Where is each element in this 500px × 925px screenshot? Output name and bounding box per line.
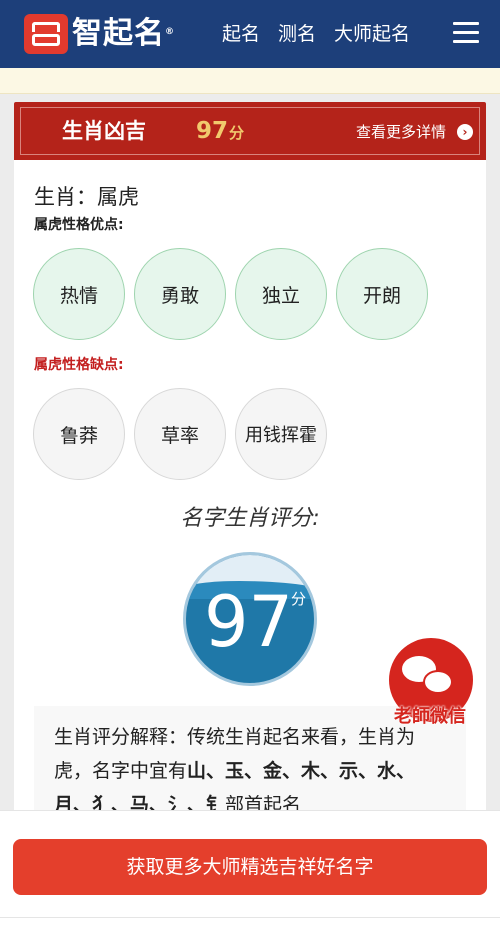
- banner-score-value: 97: [196, 118, 229, 144]
- bad-trait: 鲁莽: [33, 388, 125, 480]
- score-title: 名字生肖评分:: [180, 506, 320, 531]
- chevron-right-icon[interactable]: ›: [457, 124, 473, 140]
- score-unit: 分: [291, 590, 307, 608]
- banner-score-unit: 分: [229, 124, 245, 142]
- nav-item-dashi[interactable]: 大师起名: [334, 20, 410, 48]
- bad-traits-list: 鲁莽 草率 用钱挥霍: [33, 388, 336, 480]
- view-more-link[interactable]: 查看更多详情: [356, 121, 446, 143]
- good-trait: 独立: [235, 248, 327, 340]
- bad-trait: 草率: [134, 388, 226, 480]
- zodiac-line: 生肖：属虎: [34, 185, 139, 209]
- banner-score: 97分: [196, 116, 244, 148]
- good-traits-list: 热情 勇敢 独立 开朗: [33, 248, 437, 340]
- score-ball: 97 分: [183, 552, 317, 686]
- good-trait: 勇敢: [134, 248, 226, 340]
- nav-item-qiming[interactable]: 起名: [222, 20, 260, 48]
- banner-title: 生肖凶吉: [62, 119, 146, 143]
- get-more-names-button[interactable]: 获取更多大师精选吉祥好名字: [13, 839, 487, 895]
- nav-item-ceming[interactable]: 测名: [278, 20, 316, 48]
- footer-divider: [0, 917, 500, 918]
- bad-trait: 用钱挥霍: [235, 388, 327, 480]
- good-trait: 开朗: [336, 248, 428, 340]
- main-nav: 起名 测名 大师起名: [222, 20, 410, 48]
- brand-name[interactable]: 智起名®: [72, 14, 175, 54]
- hamburger-menu-icon[interactable]: [453, 22, 479, 44]
- registered-mark: ®: [165, 27, 175, 37]
- good-traits-label: 属虎性格优点:: [34, 217, 124, 233]
- bad-traits-label: 属虎性格缺点:: [34, 357, 124, 373]
- wechat-label[interactable]: 老師微信: [380, 704, 480, 730]
- brand-text: 智起名: [72, 16, 165, 51]
- zodiac-banner: 生肖凶吉 97分 查看更多详情 ›: [14, 102, 486, 160]
- notice-bar: [0, 68, 500, 94]
- score-value: 97: [204, 581, 294, 663]
- footer-bar: 获取更多大师精选吉祥好名字: [0, 810, 500, 925]
- top-header: 智起名® 起名 测名 大师起名: [0, 0, 500, 68]
- brand-logo-icon[interactable]: [24, 14, 68, 54]
- good-trait: 热情: [33, 248, 125, 340]
